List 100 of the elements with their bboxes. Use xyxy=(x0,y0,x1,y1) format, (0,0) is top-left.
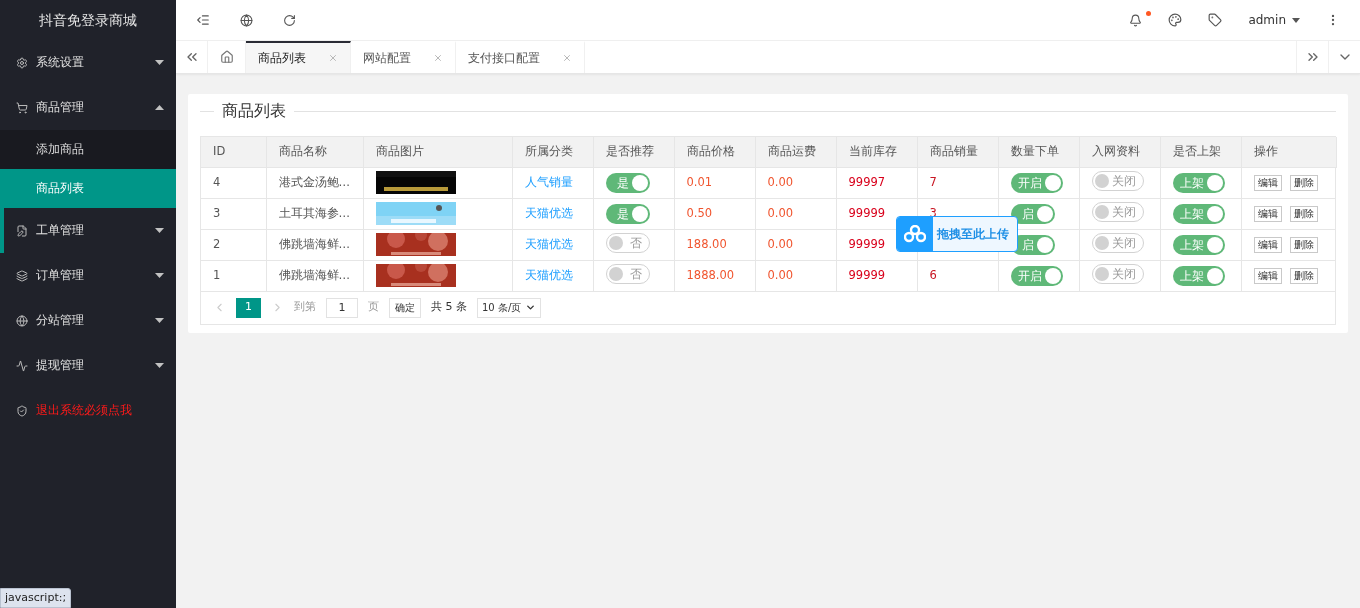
pulse-icon xyxy=(16,359,28,372)
caret-down-icon xyxy=(155,363,164,368)
page-size-select[interactable]: 10 条/页 xyxy=(477,297,542,318)
column-header: 所属分类 xyxy=(512,137,593,167)
caret-up-icon xyxy=(155,105,164,110)
column-header: 是否上架 xyxy=(1160,137,1241,167)
home-icon xyxy=(219,50,234,64)
table-cell: 6 xyxy=(917,260,998,291)
table-cell: 1888.00 xyxy=(674,260,755,291)
sidebar-item[interactable]: 提现管理 xyxy=(0,343,176,388)
column-header: 数量下单 xyxy=(998,137,1079,167)
upload-label: 拖拽至此上传 xyxy=(937,226,1009,243)
notification-icon[interactable] xyxy=(1129,13,1143,27)
edit-button[interactable]: 编辑 xyxy=(1253,205,1282,222)
sidebar-item[interactable]: 订单管理 xyxy=(0,253,176,298)
status-tooltip: javascript:; xyxy=(0,588,72,608)
column-header: 商品名称 xyxy=(266,137,363,167)
edit-button[interactable]: 编辑 xyxy=(1253,174,1282,191)
column-header: 当前库存 xyxy=(836,137,917,167)
network-switch[interactable]: 关闭 xyxy=(1091,264,1144,285)
recommend-switch[interactable]: 是 xyxy=(605,203,650,224)
table-cell: 土耳其海参… xyxy=(266,198,363,229)
close-icon[interactable] xyxy=(562,53,572,63)
table-cell: 佛跳墙海鲜… xyxy=(266,260,363,291)
order-switch[interactable]: 开启 xyxy=(1010,265,1063,286)
table-cell: 0.00 xyxy=(755,229,836,260)
submenu-item[interactable]: 商品列表 xyxy=(0,169,176,208)
table-cell: 0.00 xyxy=(755,260,836,291)
table-cell: 7 xyxy=(917,167,998,198)
submenu-item[interactable]: 添加商品 xyxy=(0,130,176,169)
user-menu[interactable]: admin xyxy=(1248,11,1300,29)
recommend-switch[interactable]: 是 xyxy=(605,172,650,193)
upload-float-dialog[interactable]: 拖拽至此上传 xyxy=(896,216,1018,252)
caret-down-icon xyxy=(155,228,164,233)
column-header: 入网资料 xyxy=(1079,137,1160,167)
delete-button[interactable]: 删除 xyxy=(1289,267,1318,284)
gear-icon xyxy=(16,56,28,69)
recommend-switch[interactable]: 否 xyxy=(605,233,650,254)
sidebar-item[interactable]: 工单管理 xyxy=(0,208,176,253)
caret-down-icon xyxy=(1292,17,1300,23)
goto-label: 到第 xyxy=(294,299,316,316)
table-cell: 2 xyxy=(201,229,266,260)
sidebar-item[interactable]: 系统设置 xyxy=(0,40,176,85)
delete-button[interactable]: 删除 xyxy=(1289,236,1318,253)
column-header: 操作 xyxy=(1241,137,1336,167)
table-cell: 3 xyxy=(201,198,266,229)
sidebar-item[interactable]: 商品管理 xyxy=(0,85,176,130)
order-switch[interactable]: 开启 xyxy=(1010,172,1063,193)
recommend-switch[interactable]: 否 xyxy=(605,264,650,285)
table-cell: 0.50 xyxy=(674,198,755,229)
network-switch[interactable]: 关闭 xyxy=(1091,171,1144,192)
network-switch[interactable]: 关闭 xyxy=(1091,202,1144,223)
column-header: 商品价格 xyxy=(674,137,755,167)
sidebar-item[interactable]: 退出系统必须点我 xyxy=(0,388,176,433)
delete-button[interactable]: 删除 xyxy=(1289,174,1318,191)
card-title: 商品列表 xyxy=(222,100,286,122)
network-switch[interactable]: 关闭 xyxy=(1091,233,1144,254)
layers-icon xyxy=(16,269,28,282)
close-icon[interactable] xyxy=(328,53,338,63)
chevron-down-icon xyxy=(525,302,537,313)
category-link[interactable]: 天猫优选 xyxy=(524,205,573,220)
globe-icon[interactable] xyxy=(240,13,253,27)
tab[interactable]: 商品列表 xyxy=(246,41,351,73)
edit-button[interactable]: 编辑 xyxy=(1253,267,1282,284)
order-switch[interactable]: 启 xyxy=(1010,203,1055,224)
table-cell: 1 xyxy=(201,260,266,291)
column-header: 商品销量 xyxy=(917,137,998,167)
column-header: 是否推荐 xyxy=(593,137,674,167)
close-icon[interactable] xyxy=(433,53,443,63)
listed-switch[interactable]: 上架 xyxy=(1172,203,1225,224)
tag-icon[interactable] xyxy=(1208,13,1223,27)
table-cell: 0.01 xyxy=(674,167,755,198)
refresh-icon[interactable] xyxy=(283,13,296,27)
table-cell: 0.00 xyxy=(755,198,836,229)
table-cell: 188.00 xyxy=(674,229,755,260)
table-cell: 0.00 xyxy=(755,167,836,198)
listed-switch[interactable]: 上架 xyxy=(1172,234,1225,255)
listed-switch[interactable]: 上架 xyxy=(1172,265,1225,286)
category-link[interactable]: 人气销量 xyxy=(524,174,573,189)
tab[interactable]: 网站配置 xyxy=(351,41,456,73)
caret-down-icon xyxy=(155,60,164,65)
page-unit: 页 xyxy=(368,299,379,316)
caret-down-icon xyxy=(155,318,164,323)
sidebar-item[interactable]: 分站管理 xyxy=(0,298,176,343)
delete-button[interactable]: 删除 xyxy=(1289,205,1318,222)
listed-switch[interactable]: 上架 xyxy=(1172,172,1225,193)
caret-down-icon xyxy=(155,273,164,278)
category-link[interactable]: 天猫优选 xyxy=(524,236,573,251)
confirm-button[interactable]: 确定 xyxy=(389,297,421,318)
tab[interactable]: 支付接口配置 xyxy=(456,41,585,73)
table-cell: 港式金汤鲍… xyxy=(266,167,363,198)
palette-icon[interactable] xyxy=(1168,13,1183,27)
globe-icon xyxy=(16,314,28,327)
page-input[interactable]: 1 xyxy=(326,297,358,318)
category-link[interactable]: 天猫优选 xyxy=(524,267,573,282)
shield-check-icon xyxy=(16,404,28,417)
edit-button[interactable]: 编辑 xyxy=(1253,236,1282,253)
menu-toggle-icon[interactable] xyxy=(196,13,210,27)
column-header: 商品图片 xyxy=(363,137,512,167)
page-button[interactable]: 1 xyxy=(236,297,261,318)
